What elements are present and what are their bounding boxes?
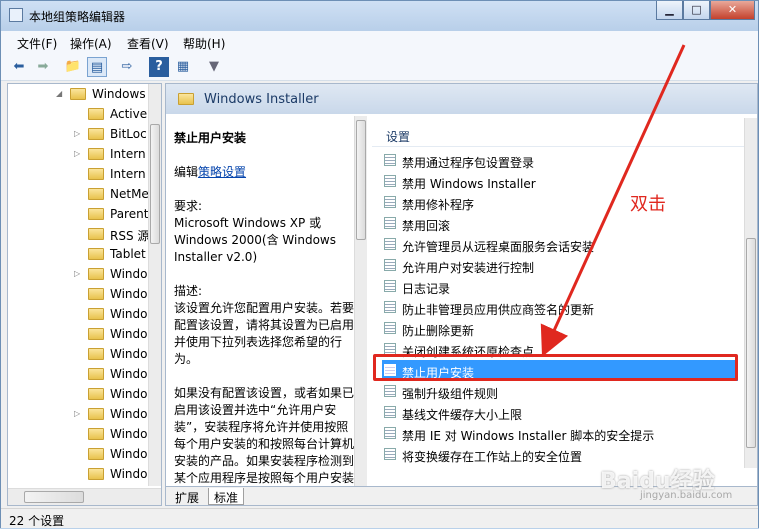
- baidu-watermark-url: jingyan.baidu.com: [640, 490, 733, 501]
- annotation-arrow: [540, 44, 686, 357]
- annotation-double-click: 双击: [630, 194, 666, 215]
